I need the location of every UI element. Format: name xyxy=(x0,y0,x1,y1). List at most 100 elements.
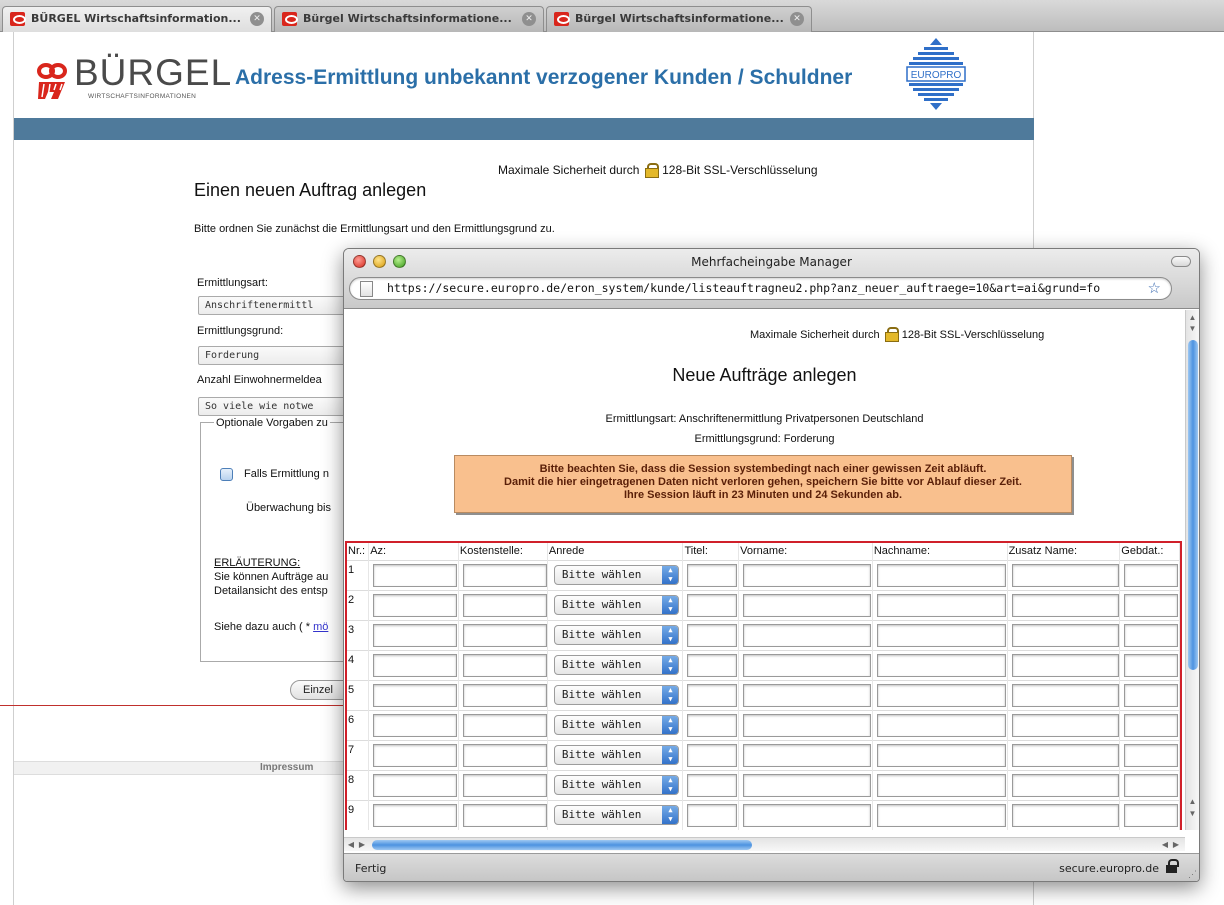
tab-buergel-2[interactable]: Bürgel Wirtschaftsinformatione... ✕ xyxy=(274,6,544,32)
kostenstelle-input[interactable] xyxy=(462,803,547,827)
zusatz-name-input[interactable] xyxy=(1011,593,1119,617)
nachname-input[interactable] xyxy=(876,683,1006,707)
gebdat-input[interactable] xyxy=(1124,623,1179,647)
gebdat-input[interactable] xyxy=(1124,803,1179,827)
az-input[interactable] xyxy=(373,563,458,587)
zusatz-name-input[interactable] xyxy=(1011,563,1119,587)
titel-input[interactable] xyxy=(687,623,738,647)
ermittlungsart-select[interactable]: Anschriftenermittl xyxy=(198,296,358,315)
az-input[interactable] xyxy=(373,713,458,737)
siehe-link[interactable]: mö xyxy=(313,621,328,633)
horizontal-scroll-thumb[interactable] xyxy=(372,840,752,850)
anrede-select[interactable]: Bitte wählen ▲ ▼ xyxy=(553,775,679,795)
anrede-select[interactable]: Bitte wählen ▲ ▼ xyxy=(553,655,679,675)
nachname-input[interactable] xyxy=(876,743,1006,767)
vorname-input[interactable] xyxy=(743,563,872,587)
vorname-input[interactable] xyxy=(743,773,872,797)
close-tab-icon[interactable]: ✕ xyxy=(522,12,536,26)
vorname-input[interactable] xyxy=(743,713,872,737)
gebdat-input[interactable] xyxy=(1124,743,1179,767)
anrede-select[interactable]: Bitte wählen ▲ ▼ xyxy=(553,625,679,645)
anrede-select[interactable]: Bitte wählen ▲ ▼ xyxy=(553,805,679,825)
gebdat-input[interactable] xyxy=(1124,563,1179,587)
az-input[interactable] xyxy=(373,743,458,767)
close-tab-icon[interactable]: ✕ xyxy=(790,12,804,26)
az-input[interactable] xyxy=(373,593,458,617)
titel-input[interactable] xyxy=(687,683,738,707)
zusatz-name-input[interactable] xyxy=(1011,743,1119,767)
nachname-input[interactable] xyxy=(876,563,1006,587)
bookmark-star-icon[interactable]: ☆ xyxy=(1148,279,1161,297)
nachname-input[interactable] xyxy=(876,593,1006,617)
kostenstelle-input[interactable] xyxy=(462,713,547,737)
falls-checkbox[interactable] xyxy=(220,468,233,481)
gebdat-input[interactable] xyxy=(1124,683,1179,707)
vorname-input[interactable] xyxy=(743,683,872,707)
toolbar-toggle-button[interactable] xyxy=(1171,256,1191,267)
scroll-down-top-icon[interactable]: ▼ xyxy=(1186,323,1199,335)
az-input[interactable] xyxy=(373,803,458,827)
az-input[interactable] xyxy=(373,653,458,677)
vorname-input[interactable] xyxy=(743,803,872,827)
nachname-input[interactable] xyxy=(876,803,1006,827)
zusatz-name-input[interactable] xyxy=(1011,803,1119,827)
zusatz-name-input[interactable] xyxy=(1011,623,1119,647)
kostenstelle-input[interactable] xyxy=(462,773,547,797)
resize-grip-icon[interactable]: ⋰ xyxy=(1188,869,1197,880)
vorname-input[interactable] xyxy=(743,653,872,677)
kostenstelle-input[interactable] xyxy=(462,623,547,647)
vorname-input[interactable] xyxy=(743,593,872,617)
scroll-down-icon[interactable]: ▼ xyxy=(1186,808,1199,820)
zusatz-name-input[interactable] xyxy=(1011,653,1119,677)
kostenstelle-input[interactable] xyxy=(462,593,547,617)
address-bar[interactable]: https://secure.europro.de/eron_system/ku… xyxy=(349,277,1172,300)
zusatz-name-input[interactable] xyxy=(1011,713,1119,737)
anrede-select[interactable]: Bitte wählen ▲ ▼ xyxy=(553,565,679,585)
vorname-input[interactable] xyxy=(743,623,872,647)
kostenstelle-input[interactable] xyxy=(462,683,547,707)
vertical-scroll-thumb[interactable] xyxy=(1188,340,1198,670)
anrede-select[interactable]: Bitte wählen ▲ ▼ xyxy=(553,745,679,765)
gebdat-input[interactable] xyxy=(1124,593,1179,617)
vertical-scrollbar[interactable]: ▲ ▼ ▲ ▼ xyxy=(1185,310,1199,830)
zusatz-name-input[interactable] xyxy=(1011,773,1119,797)
nachname-input[interactable] xyxy=(876,653,1006,677)
ermittlungsgrund-select[interactable]: Forderung xyxy=(198,346,358,365)
az-input[interactable] xyxy=(373,773,458,797)
zusatz-name-input[interactable] xyxy=(1011,683,1119,707)
vorname-input[interactable] xyxy=(743,743,872,767)
nachname-input[interactable] xyxy=(876,623,1006,647)
kostenstelle-input[interactable] xyxy=(462,563,547,587)
scroll-right-icon[interactable]: ▶ xyxy=(1170,839,1182,851)
gebdat-input[interactable] xyxy=(1124,773,1179,797)
nachname-input[interactable] xyxy=(876,773,1006,797)
anzahl-select[interactable]: So viele wie notwe xyxy=(198,397,358,416)
anrede-select[interactable]: Bitte wählen ▲ ▼ xyxy=(553,685,679,705)
az-input[interactable] xyxy=(373,683,458,707)
tab-buergel-3[interactable]: Bürgel Wirtschaftsinformatione... ✕ xyxy=(546,6,812,32)
scroll-right-left-icon[interactable]: ▶ xyxy=(356,839,368,851)
titel-input[interactable] xyxy=(687,563,738,587)
az-input[interactable] xyxy=(373,623,458,647)
titel-input[interactable] xyxy=(687,803,738,827)
titel-input[interactable] xyxy=(687,773,738,797)
titel-input[interactable] xyxy=(687,593,738,617)
table-cell xyxy=(368,769,459,800)
titel-input[interactable] xyxy=(687,743,738,767)
lock-icon xyxy=(644,163,659,178)
kostenstelle-input[interactable] xyxy=(462,743,547,767)
titel-input[interactable] xyxy=(687,713,738,737)
gebdat-input[interactable] xyxy=(1124,713,1179,737)
anrede-select[interactable]: Bitte wählen ▲ ▼ xyxy=(553,715,679,735)
table-cell xyxy=(368,619,459,650)
impressum-link[interactable]: Impressum xyxy=(260,762,313,773)
titel-input[interactable] xyxy=(687,653,738,677)
horizontal-scrollbar[interactable]: ◀ ▶ ◀ ▶ xyxy=(344,837,1185,851)
scroll-up-icon[interactable]: ▲ xyxy=(1186,796,1199,808)
close-tab-icon[interactable]: ✕ xyxy=(250,12,264,26)
tab-buergel-1[interactable]: BÜRGEL Wirtschaftsinformation... ✕ xyxy=(2,6,272,32)
kostenstelle-input[interactable] xyxy=(462,653,547,677)
nachname-input[interactable] xyxy=(876,713,1006,737)
anrede-select[interactable]: Bitte wählen ▲ ▼ xyxy=(553,595,679,615)
gebdat-input[interactable] xyxy=(1124,653,1179,677)
